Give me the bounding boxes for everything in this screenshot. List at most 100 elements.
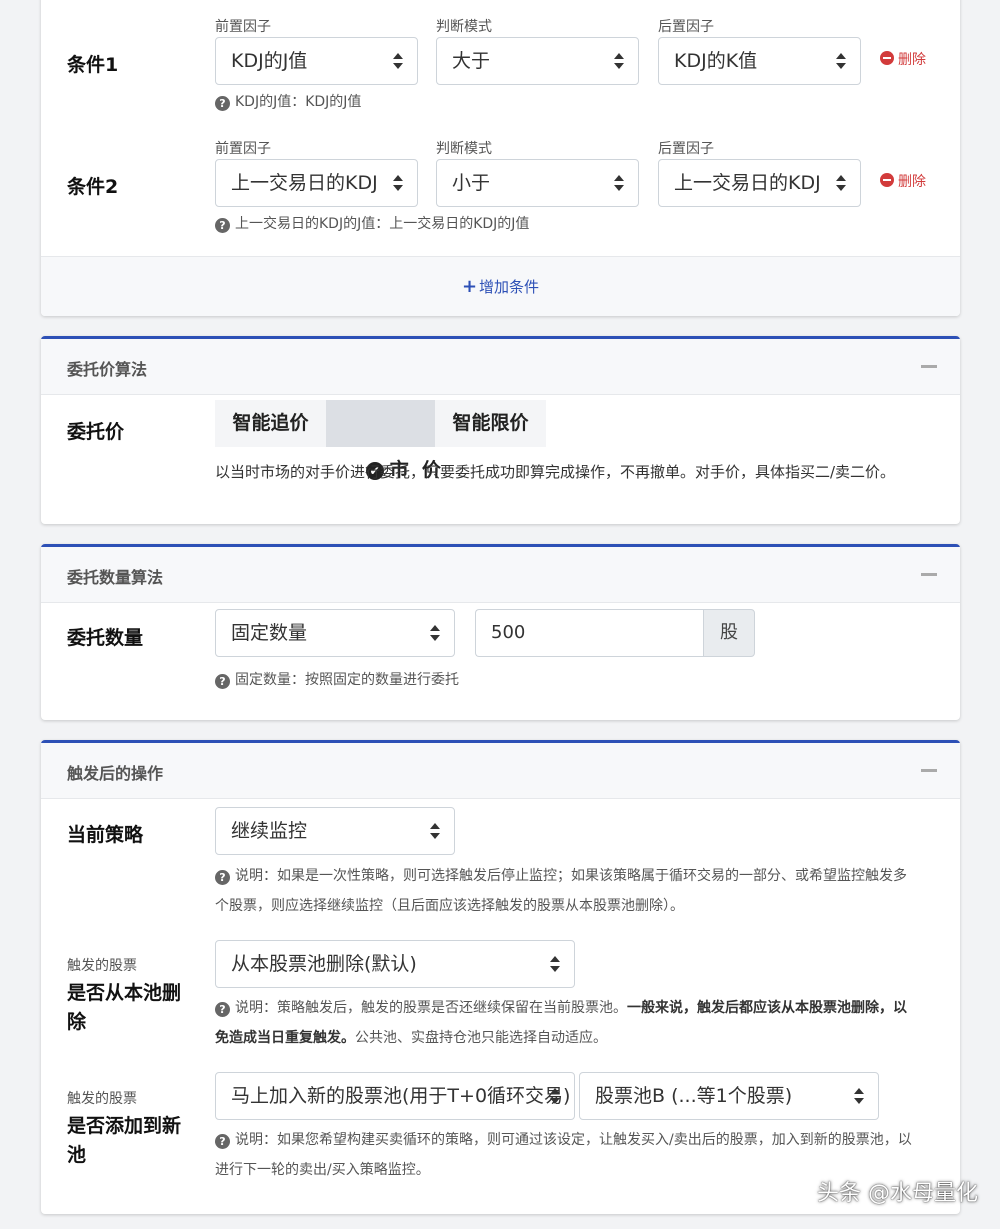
after-card-title: 触发后的操作 bbox=[67, 764, 164, 783]
select-caret-icon bbox=[393, 175, 403, 191]
select-caret-icon bbox=[836, 175, 846, 191]
question-circle-icon: ? bbox=[215, 1002, 230, 1017]
price-algorithm-card: 委托价算法 委托价 智能追价 ✔ 市 价 智能限价 以当时市场的对手价进行委托，只… bbox=[41, 336, 960, 524]
quantity-algorithm-card: 委托数量算法 委托数量 固定数量 500 股 ? 固定数量：按照固定的数量进行委托 bbox=[41, 544, 960, 720]
price-card-title: 委托价算法 bbox=[67, 360, 148, 379]
strategy-help-text: 说明：如果是一次性策略，则可选择触发后停止监控；如果该策略属于循环交易的一部分、… bbox=[215, 868, 907, 914]
strategy-help: ? 说明：如果是一次性策略，则可选择触发后停止监控；如果该策略属于循环交易的一部分… bbox=[215, 861, 920, 921]
remove-label: 是否从本池删除 bbox=[67, 982, 182, 1033]
add-condition-label: 增加条件 bbox=[479, 278, 540, 296]
select-caret-icon bbox=[614, 175, 624, 191]
quantity-mode-value: 固定数量 bbox=[231, 622, 308, 644]
condition-1-pre-factor-value: KDJ的J值 bbox=[231, 50, 308, 72]
question-circle-icon: ? bbox=[215, 870, 230, 885]
condition-2-help: ? 上一交易日的KDJ的J值：上一交易日的KDJ的J值 bbox=[215, 209, 529, 239]
quantity-amount-input[interactable]: 500 bbox=[475, 609, 703, 657]
remove-help-pre: 说明：策略触发后，触发的股票是否还继续保留在当前股票池。 bbox=[235, 1000, 627, 1016]
quantity-input-group: 500 股 bbox=[475, 609, 755, 657]
quantity-card-header: 委托数量算法 bbox=[41, 547, 960, 603]
condition-1-pre-caption: 前置因子 bbox=[215, 19, 271, 35]
delete-label: 删除 bbox=[898, 52, 926, 68]
question-circle-icon: ? bbox=[215, 96, 230, 111]
after-card-header: 触发后的操作 bbox=[41, 743, 960, 799]
target-pool-value: 股票池B (...等1个股票) bbox=[595, 1085, 793, 1107]
condition-2-post-caption: 后置因子 bbox=[658, 141, 714, 157]
remove-help-post: 公共池、实盘持仓池只能选择自动适应。 bbox=[355, 1030, 607, 1046]
condition-2-post-factor-value: 上一交易日的KDJ bbox=[674, 172, 821, 194]
condition-2-label: 条件2 bbox=[67, 176, 119, 198]
add-help: ? 说明：如果您希望构建买卖循环的策略，则可通过该设定，让触发买入/卖出后的股票，… bbox=[215, 1125, 920, 1185]
strategy-value: 继续监控 bbox=[231, 820, 308, 842]
watermark: 头条 @水母量化 bbox=[817, 1181, 978, 1206]
add-condition-button[interactable]: + 增加条件 bbox=[41, 276, 960, 297]
remove-circle-icon bbox=[880, 173, 894, 187]
select-caret-icon bbox=[430, 823, 440, 839]
add-pool-mode-select[interactable]: 马上加入新的股票池(用于T+0循环交易) bbox=[215, 1072, 575, 1120]
condition-1-delete-button[interactable]: 删除 bbox=[880, 49, 926, 69]
quantity-mode-select[interactable]: 固定数量 bbox=[215, 609, 455, 657]
quantity-card-title: 委托数量算法 bbox=[67, 568, 164, 587]
strategy-label: 当前策略 bbox=[67, 824, 144, 846]
condition-1-mode-value: 大于 bbox=[452, 50, 491, 72]
quantity-help: ? 固定数量：按照固定的数量进行委托 bbox=[215, 665, 459, 695]
collapse-icon[interactable] bbox=[921, 573, 937, 576]
condition-2-delete-button[interactable]: 删除 bbox=[880, 171, 926, 191]
question-circle-icon: ? bbox=[215, 218, 230, 233]
price-option-smart-chase[interactable]: 智能追价 bbox=[215, 400, 326, 447]
add-small-label: 触发的股票 bbox=[67, 1091, 137, 1107]
condition-2-pre-factor-select[interactable]: 上一交易日的KDJ bbox=[215, 159, 418, 207]
condition-2-post-factor-select[interactable]: 上一交易日的KDJ bbox=[658, 159, 861, 207]
condition-2-pre-caption: 前置因子 bbox=[215, 141, 271, 157]
remove-select[interactable]: 从本股票池删除(默认) bbox=[215, 940, 575, 988]
condition-2-mode-caption: 判断模式 bbox=[436, 141, 492, 157]
condition-2-mode-select[interactable]: 小于 bbox=[436, 159, 639, 207]
add-condition-footer: + 增加条件 bbox=[41, 256, 960, 316]
condition-2-help-text: 上一交易日的KDJ的J值：上一交易日的KDJ的J值 bbox=[235, 216, 530, 232]
remove-help: ? 说明：策略触发后，触发的股票是否还继续保留在当前股票池。一般来说，触发后都应该… bbox=[215, 993, 920, 1053]
condition-1-help: ? KDJ的J值：KDJ的J值 bbox=[215, 87, 361, 117]
condition-2-pre-factor-value: 上一交易日的KDJ bbox=[231, 172, 378, 194]
delete-label: 删除 bbox=[898, 174, 926, 190]
condition-1-pre-factor-select[interactable]: KDJ的J值 bbox=[215, 37, 418, 85]
quantity-unit-addon: 股 bbox=[703, 609, 755, 657]
remove-value: 从本股票池删除(默认) bbox=[231, 953, 417, 975]
collapse-icon[interactable] bbox=[921, 365, 937, 368]
price-option-market[interactable]: ✔ 市 价 bbox=[326, 400, 441, 481]
strategy-select[interactable]: 继续监控 bbox=[215, 807, 455, 855]
condition-1-post-factor-value: KDJ的K值 bbox=[674, 50, 758, 72]
condition-1-label: 条件1 bbox=[67, 54, 119, 76]
question-circle-icon: ? bbox=[215, 1134, 230, 1149]
select-caret-icon bbox=[393, 53, 403, 69]
price-option-group: 智能追价 ✔ 市 价 智能限价 bbox=[215, 400, 546, 481]
after-trigger-card: 触发后的操作 当前策略 继续监控 ? 说明：如果是一次性策略，则可选择触发后停止监… bbox=[41, 740, 960, 1214]
price-option-smart-limit[interactable]: 智能限价 bbox=[435, 400, 546, 447]
quantity-amount-value: 500 bbox=[491, 622, 526, 643]
select-caret-icon bbox=[430, 625, 440, 641]
price-card-header: 委托价算法 bbox=[41, 339, 960, 395]
select-caret-icon bbox=[836, 53, 846, 69]
condition-1-mode-caption: 判断模式 bbox=[436, 19, 492, 35]
condition-1-post-factor-select[interactable]: KDJ的K值 bbox=[658, 37, 861, 85]
collapse-icon[interactable] bbox=[921, 769, 937, 772]
add-help-text: 说明：如果您希望构建买卖循环的策略，则可通过该设定，让触发买入/卖出后的股票，加… bbox=[215, 1132, 912, 1178]
conditions-card: 条件1 前置因子 KDJ的J值 判断模式 大于 后置因子 KDJ的K值 删除 ?… bbox=[41, 0, 960, 316]
condition-1-mode-select[interactable]: 大于 bbox=[436, 37, 639, 85]
condition-1-help-text: KDJ的J值：KDJ的J值 bbox=[235, 94, 362, 110]
price-label: 委托价 bbox=[67, 421, 125, 443]
target-pool-select[interactable]: 股票池B (...等1个股票) bbox=[579, 1072, 879, 1120]
question-circle-icon: ? bbox=[215, 674, 230, 689]
select-caret-icon bbox=[550, 956, 560, 972]
condition-1-post-caption: 后置因子 bbox=[658, 19, 714, 35]
quantity-label: 委托数量 bbox=[67, 627, 144, 649]
add-pool-mode-value: 马上加入新的股票池(用于T+0循环交易) bbox=[231, 1085, 571, 1107]
remove-circle-icon bbox=[880, 51, 894, 65]
price-description: 以当时市场的对手价进行委托，只要委托成功即算完成操作，不再撤单。对手价，具体指买… bbox=[215, 463, 896, 481]
condition-2-mode-value: 小于 bbox=[452, 172, 491, 194]
add-label: 是否添加到新池 bbox=[67, 1115, 182, 1166]
select-caret-icon bbox=[854, 1088, 864, 1104]
select-caret-icon bbox=[550, 1088, 560, 1104]
select-caret-icon bbox=[614, 53, 624, 69]
quantity-help-text: 固定数量：按照固定的数量进行委托 bbox=[235, 672, 459, 688]
remove-small-label: 触发的股票 bbox=[67, 958, 137, 974]
plus-icon: + bbox=[461, 276, 478, 297]
